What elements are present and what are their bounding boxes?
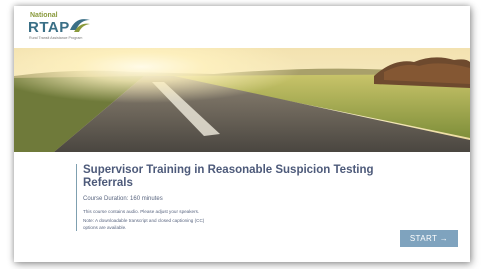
header-bar: National RTAP Rural Transit Assistance P… — [14, 6, 470, 48]
start-button[interactable]: START → — [400, 230, 458, 247]
logo-national-text: National — [30, 12, 58, 19]
audio-note: This course contains audio. Please adjus… — [83, 209, 200, 214]
transcript-note: Note: A downloadable transcript and clos… — [83, 218, 205, 230]
logo-tagline: Rural Transit Assistance Program — [29, 36, 83, 40]
road-sunrise-photo — [14, 48, 470, 152]
hero-road-image — [14, 48, 470, 152]
national-rtap-logo: National RTAP Rural Transit Assistance P… — [28, 12, 138, 44]
logo-rtap-text: RTAP — [28, 19, 70, 36]
start-button-label: START → — [409, 234, 449, 243]
course-duration: Course Duration: 160 minutes — [83, 196, 163, 202]
course-title: Supervisor Training in Reasonable Suspic… — [83, 164, 374, 189]
swoosh-logo-icon — [70, 19, 90, 32]
course-info-block: Supervisor Training in Reasonable Suspic… — [76, 164, 383, 231]
course-splash-window: National RTAP Rural Transit Assistance P… — [14, 6, 470, 262]
